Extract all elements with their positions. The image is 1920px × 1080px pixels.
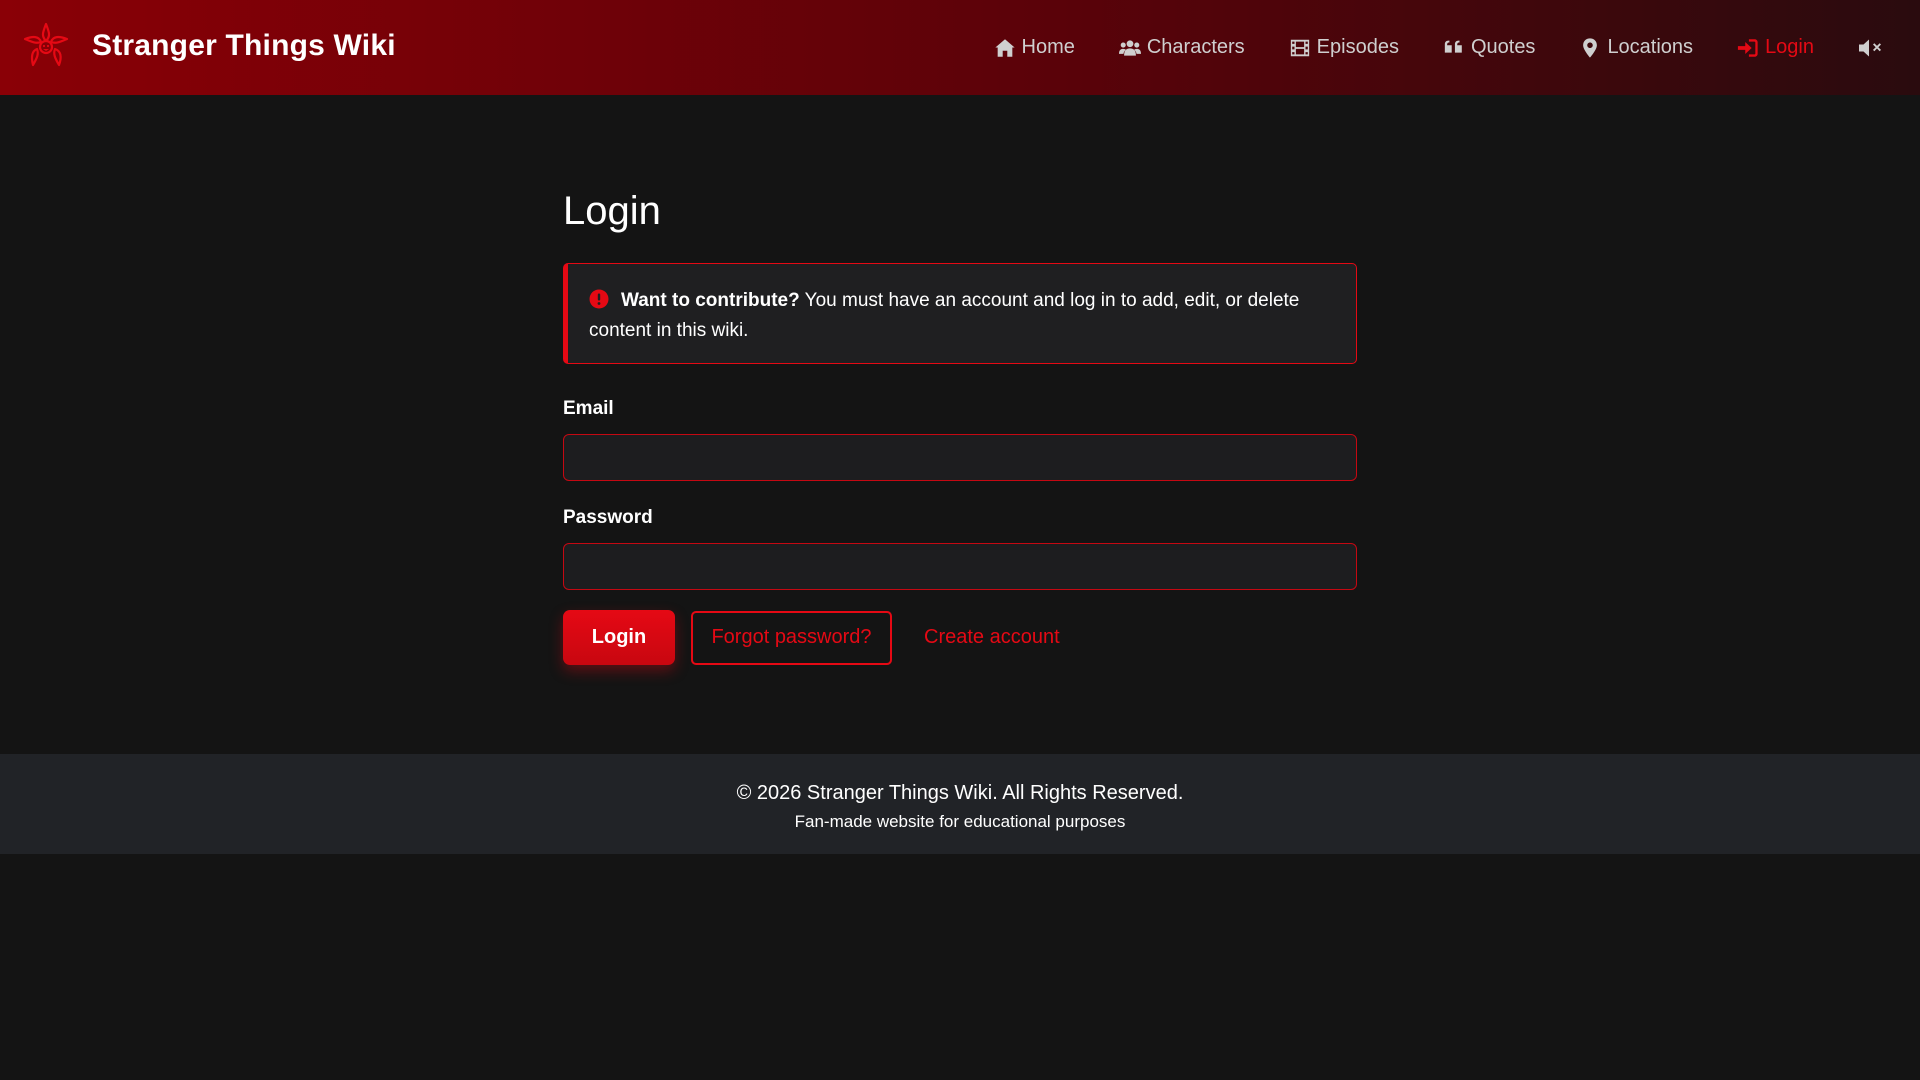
- nav-item-locations[interactable]: Locations: [1579, 36, 1693, 59]
- exclamation-circle-icon: [589, 289, 609, 309]
- page-title: Login: [563, 189, 661, 233]
- nav-item-label: Locations: [1607, 36, 1694, 58]
- navbar: Stranger Things Wiki Home Characters Epi…: [0, 0, 1920, 95]
- create-account-link[interactable]: Create account: [924, 626, 1060, 649]
- users-icon: [1118, 39, 1141, 56]
- demogorgon-logo-icon: [23, 22, 69, 67]
- main-nav: Home Characters Episodes Quotes Location…: [994, 0, 1885, 95]
- email-label: Email: [563, 398, 614, 419]
- nav-item-label: Characters: [1146, 36, 1245, 58]
- footer-copyright: © 2026 Stranger Things Wiki. All Rights …: [736, 782, 1184, 804]
- home-icon: [994, 38, 1015, 57]
- password-field[interactable]: [563, 543, 1357, 590]
- nav-item-label: Home: [1021, 36, 1075, 58]
- sign-in-icon: [1737, 38, 1758, 57]
- alert-heading: Want to contribute?: [621, 290, 800, 311]
- forgot-password-button[interactable]: Forgot password?: [691, 610, 892, 665]
- quote-icon: [1444, 40, 1462, 53]
- footer: © 2026 Stranger Things Wiki. All Rights …: [0, 754, 1920, 854]
- volume-mute-icon: [1859, 39, 1881, 56]
- form-actions: Login Forgot password? Create account: [563, 610, 1357, 665]
- nav-item-episodes[interactable]: Episodes: [1289, 36, 1399, 59]
- nav-item-characters[interactable]: Characters: [1118, 36, 1245, 59]
- email-field[interactable]: [563, 434, 1357, 481]
- nav-item-label: Quotes: [1470, 36, 1536, 58]
- film-icon: [1290, 39, 1309, 56]
- nav-item-login[interactable]: Login: [1737, 36, 1814, 59]
- password-label: Password: [563, 507, 653, 528]
- mute-button[interactable]: [1858, 37, 1884, 59]
- nav-item-label: Episodes: [1316, 36, 1399, 58]
- map-pin-icon: [1583, 37, 1598, 58]
- brand-title: Stranger Things Wiki: [92, 29, 396, 62]
- nav-item-home[interactable]: Home: [994, 36, 1075, 59]
- login-button[interactable]: Login: [563, 610, 675, 665]
- nav-item-label: Login: [1765, 36, 1814, 58]
- login-form: Email Password Login Forgot password? Cr…: [563, 398, 1357, 665]
- login-main: Login Want to contribute? You must have …: [563, 185, 1357, 665]
- nav-item-quotes[interactable]: Quotes: [1443, 36, 1535, 59]
- footer-subtitle: Fan-made website for educational purpose…: [794, 812, 1126, 831]
- brand-link[interactable]: Stranger Things Wiki: [20, 20, 396, 72]
- contribute-alert: Want to contribute? You must have an acc…: [563, 263, 1357, 364]
